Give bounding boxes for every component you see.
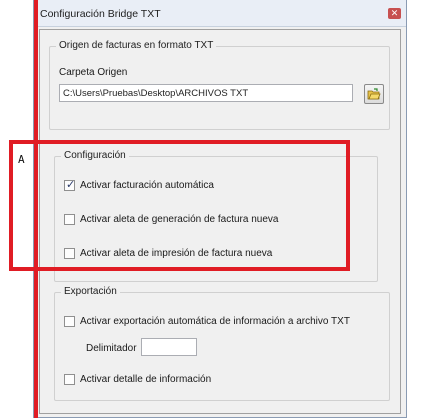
- folder-path-input[interactable]: [59, 84, 353, 102]
- delimiter-label: Delimitador: [86, 343, 137, 354]
- browse-folder-button[interactable]: [364, 84, 384, 104]
- window-title: Configuración Bridge TXT: [40, 8, 161, 20]
- close-button[interactable]: ✕: [388, 8, 401, 19]
- title-bar[interactable]: Configuración Bridge TXT ✕: [34, 0, 406, 27]
- auto-export-label: Activar exportación automática de inform…: [80, 316, 350, 327]
- info-detail-checkbox[interactable]: [64, 374, 75, 385]
- origin-group: Origen de facturas en formato TXT Carpet…: [49, 40, 390, 130]
- export-group-title: Exportación: [61, 286, 120, 297]
- checkbox-info-detail[interactable]: Activar detalle de información: [64, 373, 364, 387]
- folder-label: Carpeta Origen: [59, 67, 128, 78]
- annotation-marker-a: A: [18, 153, 25, 166]
- origin-group-title: Origen de facturas en formato TXT: [56, 40, 217, 51]
- info-detail-label: Activar detalle de información: [80, 374, 212, 385]
- annotation-highlight-box: [9, 140, 350, 271]
- auto-export-checkbox[interactable]: [64, 316, 75, 327]
- checkbox-auto-export[interactable]: Activar exportación automática de inform…: [64, 315, 384, 329]
- export-group: Exportación Activar exportación automáti…: [54, 286, 390, 401]
- delimiter-input[interactable]: [141, 338, 197, 356]
- folder-browse-icon: [367, 88, 381, 100]
